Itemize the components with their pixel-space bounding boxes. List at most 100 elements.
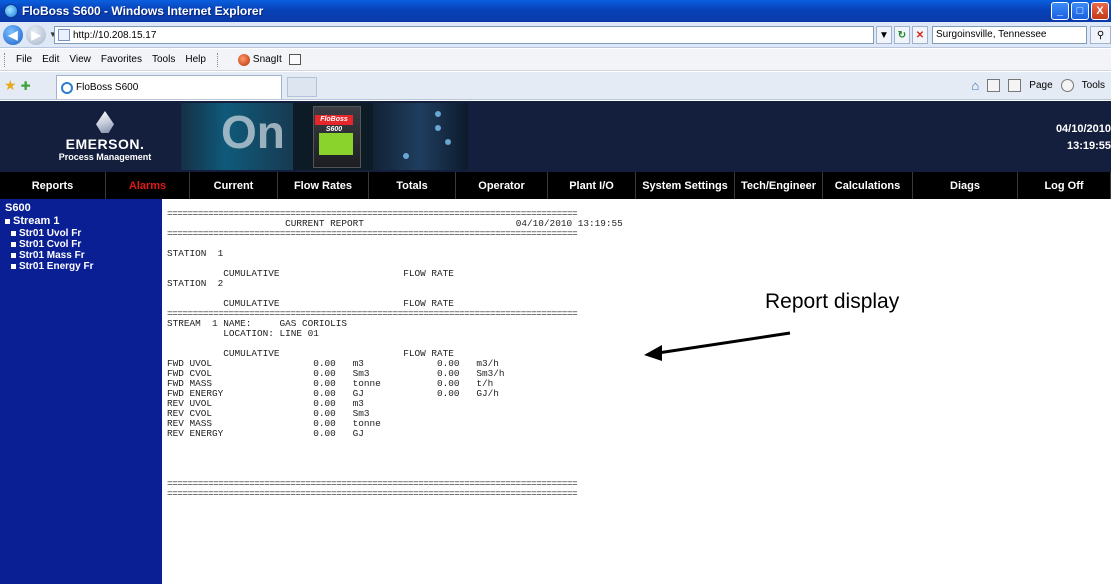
toolbar-grip: [216, 52, 220, 67]
address-field[interactable]: http://10.208.15.17: [54, 26, 874, 44]
nav-system-settings[interactable]: System Settings: [636, 172, 735, 199]
menu-file[interactable]: File: [11, 54, 37, 65]
snagit-icon: [237, 53, 250, 66]
tree-node-icon: [5, 219, 10, 224]
main-nav: Reports Alarms Current Flow Rates Totals…: [0, 172, 1111, 199]
report-rule: ========================================…: [167, 488, 578, 499]
sidebar-item-label: Str01 Uvol Fr: [19, 228, 82, 239]
header-dot: [435, 111, 441, 117]
nav-plant-io[interactable]: Plant I/O: [548, 172, 636, 199]
nav-flow-rates[interactable]: Flow Rates: [278, 172, 369, 199]
favorites-star-icon[interactable]: ★: [4, 77, 17, 94]
nav-current[interactable]: Current: [190, 172, 278, 199]
nav-log-off[interactable]: Log Off: [1018, 172, 1111, 199]
back-button[interactable]: ◀: [3, 24, 23, 45]
sidebar-root[interactable]: S600: [5, 202, 162, 215]
menu-tools[interactable]: Tools: [147, 54, 180, 65]
header-image-1: On: [181, 103, 293, 170]
stop-icon[interactable]: ✕: [912, 26, 928, 44]
menu-favorites[interactable]: Favorites: [96, 54, 147, 65]
nav-alarms[interactable]: Alarms: [106, 172, 190, 199]
search-input[interactable]: Surgoinsville, Tennessee: [932, 26, 1087, 44]
report-line: STATION 1: [167, 248, 224, 259]
report-line: STATION 2: [167, 278, 224, 289]
device-screen: [319, 133, 353, 155]
annotation-arrow: [644, 331, 791, 361]
menu-view[interactable]: View: [64, 54, 96, 65]
address-url[interactable]: http://10.208.15.17: [73, 30, 156, 41]
nav-diags[interactable]: Diags: [913, 172, 1018, 199]
page-menu[interactable]: Page: [1029, 80, 1052, 91]
report-rule: ========================================…: [167, 228, 578, 239]
sidebar-item-label: Str01 Energy Fr: [19, 261, 94, 272]
menu-help[interactable]: Help: [180, 54, 211, 65]
search-icon[interactable]: ⚲: [1090, 26, 1111, 44]
address-toolbar: ◀ ▶ ▼ http://10.208.15.17 ▼ ↻ ✕ Surgoins…: [0, 22, 1111, 48]
tools-gear-icon[interactable]: [1060, 79, 1074, 92]
sidebar-item-energy[interactable]: Str01 Energy Fr: [5, 261, 162, 272]
sidebar-stream-label: Stream 1: [13, 215, 60, 227]
address-tools: ▼ ↻ ✕: [876, 26, 928, 44]
tab-title: FloBoss S600: [76, 82, 139, 93]
header-time: 13:19:55: [1066, 140, 1111, 152]
refresh-icon[interactable]: ↻: [894, 26, 910, 44]
new-tab-button[interactable]: [287, 77, 317, 97]
report-line: CUMULATIVE FLOW RATE: [167, 268, 454, 279]
header-image-graphic: On: [221, 106, 285, 158]
sidebar-stream[interactable]: Stream 1: [5, 215, 162, 228]
emerson-brand: EMERSON.: [65, 136, 145, 152]
tools-menu[interactable]: Tools: [1082, 80, 1105, 91]
menu-edit[interactable]: Edit: [37, 54, 64, 65]
tree-leaf-icon: [11, 264, 16, 269]
home-icon[interactable]: ⌂: [971, 78, 979, 93]
header-image-device: FloBoss S600: [293, 103, 373, 170]
header-dot: [445, 139, 451, 145]
header-date: 04/10/2010: [1055, 123, 1111, 135]
command-bar: ⌂ Page Tools: [971, 78, 1105, 93]
window-controls: _ □ X: [1051, 2, 1109, 20]
print-icon[interactable]: [1008, 79, 1022, 92]
emerson-subtitle: Process Management: [58, 152, 152, 162]
annotation-label: Report display: [765, 290, 900, 313]
header-dot: [403, 153, 409, 159]
nav-tech-engineer[interactable]: Tech/Engineer: [735, 172, 823, 199]
emerson-logo: EMERSON. Process Management: [50, 111, 160, 162]
address-dropdown-icon[interactable]: ▼: [876, 26, 892, 44]
ie-icon: [4, 4, 18, 18]
report-line: REV ENERGY 0.00 GJ: [167, 428, 364, 439]
minimize-button[interactable]: _: [1051, 2, 1069, 20]
device-badge: FloBoss S600: [315, 115, 353, 133]
sidebar-item-label: Str01 Mass Fr: [19, 250, 85, 261]
emerson-logo-icon: [96, 111, 114, 133]
report-line: [167, 439, 727, 449]
tab-bar: ★ ✚ FloBoss S600 ⌂ Page Tools: [0, 72, 1111, 100]
tree-leaf-icon: [11, 253, 16, 258]
snagit-button[interactable]: SnagIt: [237, 53, 301, 66]
app-header: EMERSON. Process Management On FloBoss S…: [0, 101, 1111, 172]
report-line: [167, 239, 727, 249]
tab-floboss[interactable]: FloBoss S600: [56, 75, 282, 99]
window-title: FloBoss S600 - Windows Internet Explorer: [22, 4, 264, 18]
nav-operator[interactable]: Operator: [456, 172, 548, 199]
add-favorites-icon[interactable]: ✚: [21, 79, 31, 93]
sidebar-item-mass[interactable]: Str01 Mass Fr: [5, 250, 162, 261]
maximize-button[interactable]: □: [1071, 2, 1089, 20]
menu-bar: File Edit View Favorites Tools Help Snag…: [0, 49, 1111, 71]
report-line: [167, 449, 727, 459]
close-button[interactable]: X: [1091, 2, 1109, 20]
report-line: [167, 459, 727, 469]
snagit-capture-icon[interactable]: [288, 54, 301, 65]
page-icon: [58, 29, 70, 41]
feeds-icon[interactable]: [987, 79, 1001, 92]
nav-calculations[interactable]: Calculations: [823, 172, 913, 199]
header-image-3: [373, 103, 468, 170]
header-dot: [435, 125, 441, 131]
sidebar-item-uvol[interactable]: Str01 Uvol Fr: [5, 228, 162, 239]
toolbar-grip: [4, 52, 7, 67]
nav-totals[interactable]: Totals: [369, 172, 456, 199]
nav-reports[interactable]: Reports: [0, 172, 106, 199]
ie-page-icon: [61, 81, 73, 94]
tree-leaf-icon: [11, 242, 16, 247]
forward-button[interactable]: ▶: [26, 24, 46, 45]
sidebar-item-cvol[interactable]: Str01 Cvol Fr: [5, 239, 162, 250]
